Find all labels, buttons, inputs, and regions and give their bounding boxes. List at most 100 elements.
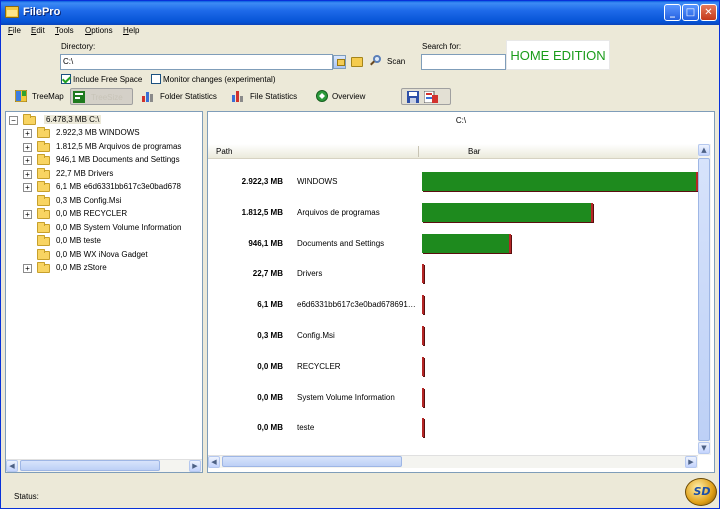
- scan-button[interactable]: Scan: [387, 57, 405, 66]
- size-row[interactable]: 946,1 MB Documents and Settings: [208, 228, 698, 258]
- tab-overview[interactable]: Overview: [314, 88, 376, 105]
- folder-icon: [37, 248, 50, 260]
- scroll-right-icon[interactable]: ▶: [189, 460, 201, 472]
- collapse-icon[interactable]: −: [9, 116, 18, 125]
- tree-item-label: 1.812,5 MB Arquivos de programas: [56, 141, 182, 151]
- sd-logo-icon: SD: [685, 478, 717, 506]
- menu-help[interactable]: Help: [123, 26, 139, 35]
- scroll-up-icon[interactable]: ▲: [698, 144, 710, 156]
- directory-label: Directory:: [61, 42, 96, 51]
- monitor-changes-checkbox[interactable]: [151, 74, 161, 84]
- scroll-left-icon[interactable]: ◀: [6, 460, 18, 472]
- tree-item[interactable]: +0,0 MB zStore: [6, 262, 204, 275]
- folder-icon: [37, 221, 50, 233]
- expand-icon[interactable]: +: [23, 169, 32, 179]
- tab-file-statistics[interactable]: File Statistics: [230, 88, 302, 105]
- include-free-space-checkbox[interactable]: [61, 74, 71, 84]
- close-button[interactable]: ✕: [700, 4, 717, 21]
- tree-scroll-thumb[interactable]: [20, 460, 160, 471]
- current-path: C:\: [455, 116, 467, 125]
- path-column-header[interactable]: Path: [216, 147, 232, 156]
- row-name: WINDOWS: [297, 177, 338, 186]
- bar-column-header[interactable]: Bar: [468, 147, 480, 156]
- folder-icon: [37, 127, 50, 138]
- folder-tree[interactable]: − 6.478,3 MB C:\ +2.922,3 MB WINDOWS +1.8…: [5, 111, 203, 473]
- folder-icon: [37, 140, 50, 152]
- directory-input[interactable]: C:\: [60, 54, 333, 70]
- title-bar[interactable]: FilePro _ □ ✕: [1, 1, 719, 25]
- row-name: Documents and Settings: [297, 238, 385, 248]
- tree-item-label: 0,3 MB Config.Msi: [56, 195, 122, 205]
- tree-item[interactable]: 0,0 MB WX iNova Gadget: [6, 248, 204, 262]
- details-scroll-left-icon[interactable]: ◀: [208, 456, 220, 468]
- menu-tools[interactable]: Tools: [55, 26, 74, 35]
- menu-file[interactable]: File: [8, 26, 21, 35]
- tree-item[interactable]: +0,0 MB RECYCLER: [6, 208, 204, 221]
- tree-item-label: 946,1 MB Documents and Settings: [56, 155, 180, 164]
- menu-edit[interactable]: Edit: [31, 26, 45, 35]
- size-bar: [422, 202, 593, 222]
- tree-item[interactable]: 0,0 MB teste: [6, 235, 204, 248]
- expand-icon[interactable]: +: [23, 264, 32, 273]
- tree-item[interactable]: +946,1 MB Documents and Settings: [6, 154, 204, 167]
- column-separator[interactable]: [418, 146, 419, 157]
- row-size: 2.922,3 MB: [241, 177, 283, 186]
- menu-bar: File Edit Tools Options Help: [1, 25, 719, 39]
- size-row[interactable]: 0,0 MB System Volume Information: [208, 382, 698, 412]
- size-row[interactable]: 1.812,5 MB Arquivos de programas: [208, 197, 698, 227]
- tree-horizontal-scrollbar[interactable]: ◀ ▶: [6, 459, 202, 472]
- tree-item[interactable]: +2.922,3 MB WINDOWS: [6, 127, 204, 140]
- expand-icon[interactable]: +: [23, 129, 32, 138]
- tree-item-label: 22,7 MB Drivers: [56, 168, 114, 178]
- size-row[interactable]: 6,1 MB e6d6331bb617c3e0bad678691…: [208, 289, 698, 319]
- tab-treemap[interactable]: TreeMap: [13, 88, 69, 105]
- expand-icon[interactable]: +: [23, 142, 32, 152]
- tree-item[interactable]: +6,1 MB e6d6331bb617c3e0bad678: [6, 181, 204, 194]
- details-vertical-scrollbar[interactable]: ▲ ▼: [698, 144, 711, 455]
- tree-item-label: 6,1 MB e6d6331bb617c3e0bad678: [56, 182, 181, 191]
- folder-icon: [37, 194, 50, 206]
- details-horizontal-scrollbar[interactable]: ◀ ▶: [208, 455, 698, 468]
- size-bar: [422, 356, 424, 376]
- size-bar: [422, 418, 424, 438]
- export-report-icon[interactable]: [424, 91, 438, 103]
- size-row[interactable]: 0,3 MB Config.Msi: [208, 320, 698, 350]
- details-scroll-thumb[interactable]: [698, 158, 710, 441]
- folder-icon: [37, 235, 50, 246]
- row-size: 946,1 MB: [248, 238, 283, 248]
- row-size: 1.812,5 MB: [241, 207, 283, 217]
- tree-root[interactable]: − 6.478,3 MB C:\: [6, 114, 204, 127]
- tree-item[interactable]: +1.812,5 MB Arquivos de programas: [6, 140, 204, 154]
- menu-options[interactable]: Options: [85, 26, 113, 35]
- row-size: 6,1 MB: [257, 300, 283, 310]
- directory-dropdown-button[interactable]: [333, 55, 346, 69]
- maximize-button[interactable]: □: [682, 4, 699, 21]
- tab-folder-statistics[interactable]: Folder Statistics: [140, 88, 222, 105]
- details-scroll-right-icon[interactable]: ▶: [685, 456, 697, 468]
- minimize-button[interactable]: _: [664, 4, 681, 21]
- size-bar: [422, 326, 424, 345]
- browse-folder-icon[interactable]: [351, 57, 363, 67]
- window-title: FilePro: [23, 6, 61, 18]
- expand-icon[interactable]: +: [23, 210, 32, 219]
- expand-icon[interactable]: +: [23, 156, 32, 165]
- tree-item[interactable]: +22,7 MB Drivers: [6, 167, 204, 181]
- details-hscroll-thumb[interactable]: [222, 456, 402, 467]
- expand-icon[interactable]: +: [23, 183, 32, 192]
- tree-item-label: 0,0 MB RECYCLER: [56, 209, 128, 218]
- folder-statistics-icon: [142, 92, 153, 102]
- app-folder-icon: [5, 6, 19, 18]
- scan-magnifier-icon[interactable]: [370, 55, 382, 67]
- tab-treesize[interactable]: TreeSize: [70, 88, 133, 105]
- tree-item[interactable]: 0,3 MB Config.Msi: [6, 194, 204, 208]
- size-row[interactable]: 22,7 MB Drivers: [208, 258, 698, 288]
- size-row[interactable]: 2.922,3 MB WINDOWS: [208, 166, 698, 196]
- scroll-down-icon[interactable]: ▼: [698, 442, 710, 454]
- size-row[interactable]: 0,0 MB RECYCLER: [208, 351, 698, 381]
- save-icon[interactable]: [407, 91, 419, 103]
- size-row[interactable]: 0,0 MB teste: [208, 412, 698, 442]
- tree-item[interactable]: 0,0 MB System Volume Information: [6, 221, 204, 235]
- search-input[interactable]: [421, 54, 506, 70]
- size-bar: [422, 295, 424, 315]
- tree-item-label: 0,0 MB teste: [56, 236, 101, 245]
